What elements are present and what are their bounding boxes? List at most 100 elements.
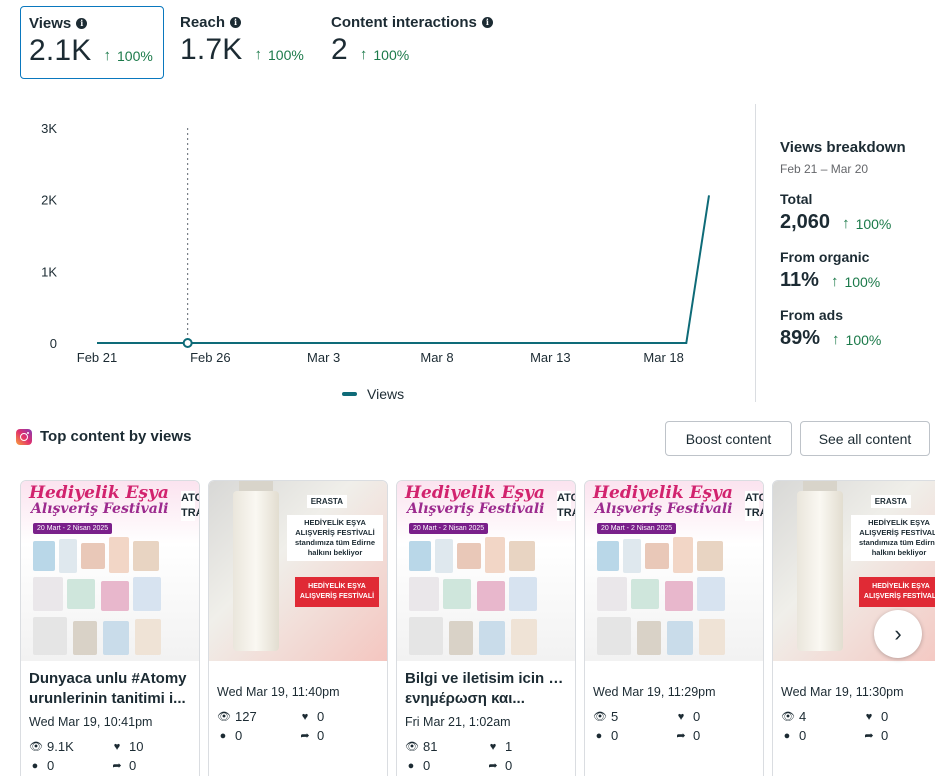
thumb-red-banner: HEDİYELİK EŞYA ALIŞVERİŞ FESTİVALİ <box>859 577 935 607</box>
thumb-product <box>443 579 471 609</box>
info-icon[interactable]: i <box>230 17 242 28</box>
content-card[interactable]: Hediyelik Eşya Alışveriş Festivali 20 Ma… <box>396 480 576 776</box>
x-tick-label: Feb 21 <box>77 350 117 365</box>
breakdown-organic: From organic 11% ↑ 100% <box>780 249 930 292</box>
y-tick-label: 2K <box>41 193 57 208</box>
post-thumbnail[interactable]: ERASTA HEDİYELİK EŞYA ALIŞVERİŞ FESTİVAL… <box>209 481 387 661</box>
shares-count: 0 <box>317 728 325 743</box>
metric-change: 100% <box>117 47 153 64</box>
heart-icon: ♥ <box>677 710 685 723</box>
post-date: Wed Mar 19, 10:41pm <box>29 715 153 729</box>
thumb-vertical-text: ATOMY TRAKYA <box>181 491 199 521</box>
comments-count: 0 <box>235 728 243 743</box>
breakdown-range: Feb 21 – Mar 20 <box>780 162 869 176</box>
breakdown-change: 100% <box>855 215 892 232</box>
views-line-chart[interactable]: 0 1K 2K 3K Feb 21 Feb 26 Mar 3 Mar 8 Mar 13 Mar 1… <box>0 100 740 410</box>
eye-icon: 👁 <box>405 741 419 753</box>
x-tick-label: Feb 26 <box>190 350 230 365</box>
thumb-product <box>33 577 63 611</box>
thumb-product <box>645 543 669 569</box>
comment-icon: ● <box>219 729 227 742</box>
instagram-icon <box>16 428 32 445</box>
breakdown-label: From organic <box>780 249 870 265</box>
thumb-product <box>511 619 537 655</box>
thumb-product <box>673 537 693 573</box>
metric-value: 1.7K <box>180 33 243 66</box>
arrow-up-icon: ↑ <box>103 47 112 64</box>
thumb-product <box>637 621 661 655</box>
thumb-product <box>457 543 481 569</box>
thumb-festival-title: Hediyelik Eşya <box>593 483 733 503</box>
thumb-product <box>477 581 505 611</box>
likes-count: 10 <box>129 739 144 754</box>
post-caption-line: Bilgi ve iletisim icin Για <box>405 670 567 687</box>
eye-icon: 👁 <box>593 711 607 723</box>
comment-icon: ● <box>595 729 603 742</box>
thumb-product <box>665 581 693 611</box>
thumb-product <box>81 543 105 569</box>
comments-count: 0 <box>423 758 431 773</box>
breakdown-ads: From ads 89% ↑ 100% <box>780 307 930 350</box>
thumb-red-banner: HEDİYELİK EŞYA ALIŞVERİŞ FESTİVALİ <box>295 577 379 607</box>
breakdown-change: 100% <box>845 331 882 348</box>
breakdown-change: 100% <box>844 273 881 290</box>
thumb-product <box>33 541 55 571</box>
views-count: 5 <box>611 709 619 724</box>
post-caption: Dunyaca unlu #Atomy urunlerinin tanitimi… <box>29 669 191 709</box>
see-all-content-button[interactable]: See all content <box>800 421 930 456</box>
info-icon[interactable]: i <box>481 17 493 28</box>
thumb-vertical-text: ATOMY TRAKYA <box>745 491 763 521</box>
carousel-next-button[interactable]: › <box>874 610 922 658</box>
content-card[interactable]: Hediyelik Eşya Alışveriş Festivali 20 Ma… <box>20 480 200 776</box>
breakdown-total: Total 2,060 ↑ 100% <box>780 191 930 234</box>
highlight-point <box>182 338 193 348</box>
x-tick-label: Mar 3 <box>307 350 340 365</box>
thumb-festival-subtitle: Alışveriş Festivali <box>595 501 733 517</box>
thumb-product <box>509 577 537 611</box>
post-stats: 👁 5 ♥ 0 ● 0 ➦ 0 <box>593 709 755 743</box>
thumb-festival-date: 20 Mart - 2 Nisan 2025 <box>597 523 677 534</box>
thumb-sunscreen-tube <box>233 491 279 651</box>
thumb-product <box>697 541 723 571</box>
share-icon: ➦ <box>300 730 310 742</box>
thumb-product <box>485 537 505 573</box>
arrow-up-icon: ↑ <box>830 273 839 290</box>
thumb-product <box>667 621 693 655</box>
share-icon: ➦ <box>864 730 874 742</box>
post-caption-line: urunlerinin tanitimi i... <box>29 690 186 707</box>
y-tick-label: 1K <box>41 264 57 279</box>
thumb-product <box>73 621 97 655</box>
content-card[interactable]: ERASTA HEDİYELİK EŞYA ALIŞVERİŞ FESTİVAL… <box>208 480 388 776</box>
thumb-festival-date: 20 Mart - 2 Nisan 2025 <box>33 523 113 534</box>
likes-count: 0 <box>881 709 889 724</box>
thumb-product <box>597 541 619 571</box>
top-content-header: Top content by views <box>16 428 191 445</box>
eye-icon: 👁 <box>29 741 43 753</box>
views-count: 9.1K <box>47 739 74 754</box>
post-thumbnail[interactable]: Hediyelik Eşya Alışveriş Festivali 20 Ma… <box>21 481 199 661</box>
metric-card-views[interactable]: Views i 2.1K ↑ 100% <box>20 6 164 79</box>
views-breakdown: Views breakdown Feb 21 – Mar 20 Total 2,… <box>780 139 930 350</box>
post-thumbnail[interactable]: Hediyelik Eşya Alışveriş Festivali 20 Ma… <box>585 481 763 661</box>
breakdown-label: From ads <box>780 307 844 323</box>
thumb-product <box>509 541 535 571</box>
post-caption: Bilgi ve iletisim icin Για ενημέρωση και… <box>405 669 567 709</box>
metric-card-content-interactions[interactable]: Content interactions i 2 ↑ 100% <box>323 6 513 79</box>
comments-count: 0 <box>799 728 807 743</box>
metric-change: 100% <box>268 46 304 63</box>
metric-value: 2.1K <box>29 34 92 67</box>
info-icon[interactable]: i <box>76 18 88 29</box>
boost-content-button[interactable]: Boost content <box>665 421 792 456</box>
arrow-up-icon: ↑ <box>359 46 368 63</box>
breakdown-value: 11% <box>780 269 819 291</box>
content-card[interactable]: Hediyelik Eşya Alışveriş Festivali 20 Ma… <box>584 480 764 776</box>
thumb-product <box>133 541 159 571</box>
thumb-product <box>109 537 129 573</box>
eye-icon: 👁 <box>781 711 795 723</box>
metric-card-reach[interactable]: Reach i 1.7K ↑ 100% <box>172 6 322 79</box>
chart-legend: Views <box>342 386 404 402</box>
breakdown-label: Total <box>780 191 813 207</box>
post-thumbnail[interactable]: Hediyelik Eşya Alışveriş Festivali 20 Ma… <box>397 481 575 661</box>
arrow-up-icon: ↑ <box>842 215 850 232</box>
thumb-brand: ERASTA <box>870 495 911 508</box>
